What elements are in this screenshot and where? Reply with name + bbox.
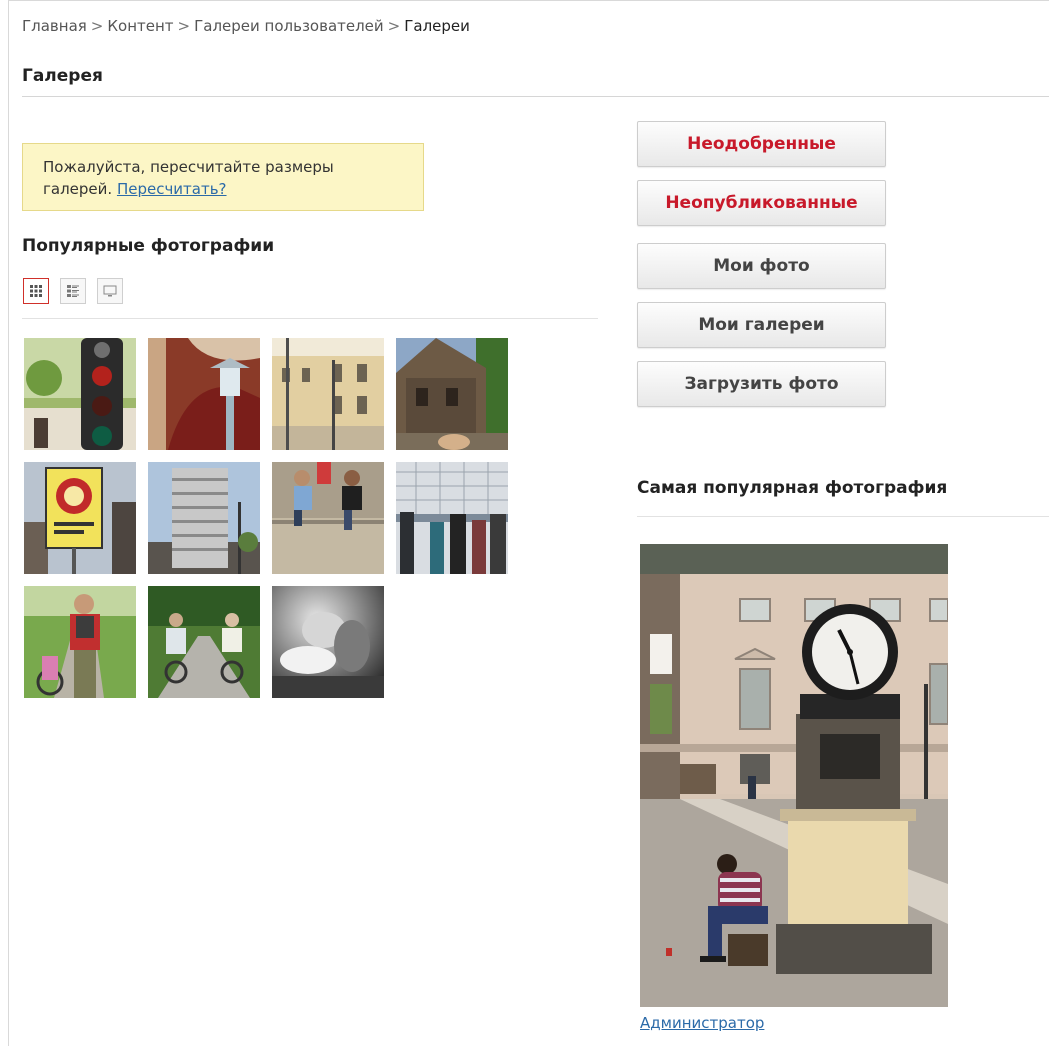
photo-author-link[interactable]: Администратор	[640, 1014, 764, 1032]
list-view-icon	[67, 285, 79, 297]
photo-thumbnail[interactable]	[24, 462, 136, 574]
photo-thumbnail[interactable]	[272, 586, 384, 698]
breadcrumb-home[interactable]: Главная	[22, 17, 87, 35]
slideshow-view-button[interactable]	[97, 278, 123, 304]
photo-thumbnail[interactable]	[272, 338, 384, 450]
photo-thumbnail[interactable]	[24, 338, 136, 450]
most-popular-title: Самая популярная фотография	[637, 478, 948, 498]
unapproved-button[interactable]: Неодобренные	[637, 121, 886, 167]
grid-view-button[interactable]	[23, 278, 49, 304]
unpublished-button[interactable]: Неопубликованные	[637, 180, 886, 226]
title-divider	[22, 96, 1049, 97]
frame-top-border	[8, 0, 1049, 1]
photo-thumbnail[interactable]	[396, 338, 508, 450]
photo-thumbnail[interactable]	[148, 462, 260, 574]
photo-thumbnail[interactable]	[148, 338, 260, 450]
breadcrumb-user-galleries[interactable]: Галереи пользователей	[194, 17, 384, 35]
breadcrumb: Главная > Контент > Галереи пользователей > Га…	[22, 17, 470, 35]
breadcrumb-separator: >	[387, 17, 401, 35]
popular-divider	[22, 318, 598, 319]
recalculate-link[interactable]: Пересчитать?	[117, 180, 227, 198]
popular-photos-title: Популярные фотографии	[22, 236, 275, 256]
breadcrumb-content[interactable]: Контент	[107, 17, 173, 35]
slideshow-view-icon	[103, 285, 117, 297]
photo-thumbnail[interactable]	[272, 462, 384, 574]
my-galleries-button[interactable]: Мои галереи	[637, 302, 886, 348]
upload-photo-button[interactable]: Загрузить фото	[637, 361, 886, 407]
recalculate-notice: Пожалуйста, пересчитайте размеры галерей…	[22, 143, 424, 211]
frame-left-border	[8, 0, 9, 1046]
most-popular-divider	[637, 516, 1049, 517]
photo-thumbnail[interactable]	[24, 586, 136, 698]
view-toggles	[23, 278, 123, 304]
page-title: Галерея	[22, 66, 103, 86]
most-popular-photo[interactable]	[640, 544, 948, 1007]
photo-thumbnail[interactable]	[148, 586, 260, 698]
photo-thumbnail[interactable]	[396, 462, 508, 574]
list-view-button[interactable]	[60, 278, 86, 304]
my-photos-button[interactable]: Мои фото	[637, 243, 886, 289]
breadcrumb-separator: >	[177, 17, 191, 35]
grid-view-icon	[30, 285, 42, 297]
breadcrumb-separator: >	[90, 17, 104, 35]
breadcrumb-current: Галереи	[404, 17, 470, 35]
